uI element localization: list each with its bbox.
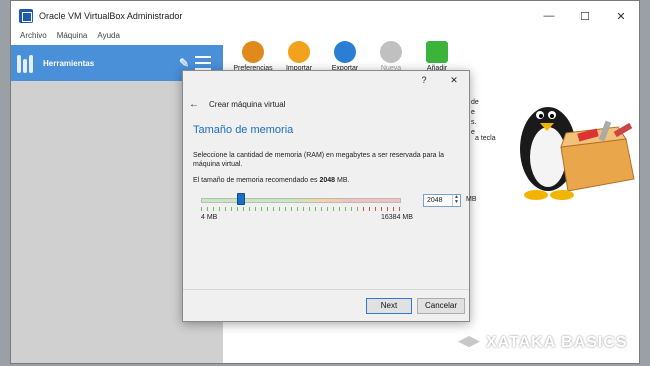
memory-slider-thumb[interactable] [237,193,245,205]
window-title: Oracle VM VirtualBox Administrador [39,11,183,21]
pin-icon[interactable]: ✎ [179,56,189,70]
memory-slider-row: 2048 ▲ ▼ MB 4 MB 16384 MB [193,190,477,221]
dialog-footer: Next Cancelar [183,289,469,321]
recommended-suffix: MB. [335,177,350,184]
preferences-button[interactable]: Preferencias [233,41,273,72]
list-menu-icon[interactable] [195,56,211,70]
add-button[interactable]: Añadir [417,41,457,72]
recommended-prefix: El tamaño de memoria recomendado es [193,177,320,184]
spin-arrows-icon[interactable]: ▲ ▼ [452,195,460,206]
memory-unit: MB [466,196,477,203]
welcome-text-fragment: de [471,99,479,106]
add-icon [426,41,448,63]
welcome-text-fragment: s. [471,119,477,126]
section-title: Tamaño de memoria [193,124,294,136]
next-button[interactable]: Next [366,298,412,314]
recommended-value: 2048 [319,177,336,184]
maximize-button[interactable]: ☐ [567,10,603,23]
title-bar: Oracle VM VirtualBox Administrador — ☐ ✕ [11,1,639,31]
minimize-button[interactable]: — [531,10,567,23]
memory-slider-track[interactable] [201,198,401,203]
tools-icon [17,53,35,73]
min-memory-label: 4 MB [201,214,218,221]
watermark-text: XATAKA BASICS [486,334,628,351]
toolbar: Preferencias Importar Exportar Nueva Aña… [233,41,457,72]
new-button[interactable]: Nueva [371,41,411,72]
menu-archivo[interactable]: Archivo [20,31,47,45]
recommended-memory-text: El tamaño de memoria recomendado es 2048… [193,177,459,184]
virtualbox-icon [19,9,33,23]
export-button[interactable]: Exportar [325,41,365,72]
welcome-text-fragment: a tecla [475,135,496,142]
graduation-cap-icon [458,336,480,348]
menu-maquina[interactable]: Máquina [57,31,88,45]
memory-spinbox[interactable]: 2048 ▲ ▼ [423,194,461,207]
max-memory-label: 16384 MB [381,214,413,221]
create-vm-dialog: ? ✕ ← Crear máquina virtual Tamaño de me… [182,70,477,322]
slider-ticks-warning [363,207,401,211]
import-button[interactable]: Importar [279,41,319,72]
tux-toolbox-illustration [520,107,635,200]
dialog-title-bar: ? ✕ [183,71,469,89]
export-icon [334,41,356,63]
preferences-icon [242,41,264,63]
menu-ayuda[interactable]: Ayuda [97,31,120,45]
new-icon [380,41,402,63]
sidebar-item-label: Herramientas [43,58,95,68]
wizard-title: Crear máquina virtual [209,100,286,109]
watermark: XATAKA BASICS [458,334,628,352]
help-button[interactable]: ? [409,75,439,85]
close-button[interactable]: ✕ [603,10,639,23]
cancel-button[interactable]: Cancelar [417,298,465,314]
memory-description: Seleccione la cantidad de memoria (RAM) … [193,152,444,168]
welcome-text-fragment: e [471,109,475,116]
back-arrow-icon[interactable]: ← [189,99,199,110]
dialog-close-button[interactable]: ✕ [439,75,469,86]
memory-value: 2048 [427,197,443,204]
import-icon [288,41,310,63]
